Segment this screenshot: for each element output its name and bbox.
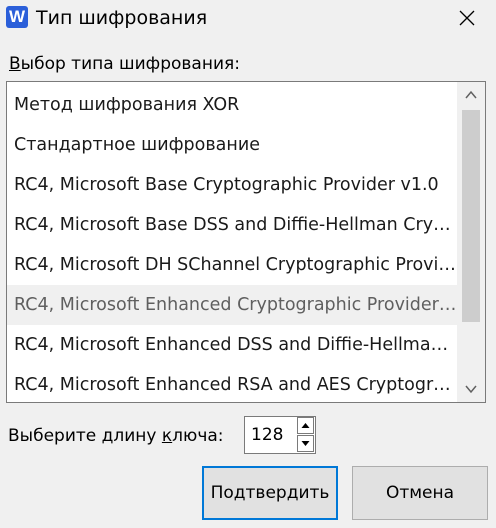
list-item[interactable]: RC4, Microsoft Enhanced RSA and AES Cryp…	[7, 365, 457, 402]
confirm-button[interactable]: Подтвердить	[202, 466, 338, 520]
triangle-down-icon	[301, 441, 310, 446]
list-item[interactable]: RC4, Microsoft Base Cryptographic Provid…	[7, 165, 457, 205]
list-item[interactable]: RC4, Microsoft DH SChannel Cryptographic…	[7, 245, 457, 285]
key-label-after: люча:	[172, 426, 224, 446]
window-title: Тип шифрования	[36, 7, 208, 29]
scroll-down-button[interactable]	[457, 376, 485, 402]
word-logo-icon: W	[6, 6, 28, 28]
chevron-down-icon	[465, 385, 477, 394]
key-length-input[interactable]	[245, 417, 295, 453]
key-label-before: Выберите длину	[8, 426, 162, 446]
cancel-button[interactable]: Отмена	[352, 466, 488, 520]
vertical-scrollbar[interactable]	[457, 82, 485, 402]
key-length-label: Выберите длину ключа:	[8, 424, 224, 448]
encryption-type-listbox[interactable]: Метод шифрования XOR Стандартное шифрован…	[6, 81, 486, 403]
title-bar: W Тип шифрования	[0, 0, 496, 38]
list-item[interactable]: RC4, Microsoft Enhanced DSS and Diffie-H…	[7, 325, 457, 365]
label-accelerator: В	[9, 54, 21, 74]
list-item[interactable]: RC4, Microsoft Base DSS and Diffie-Hellm…	[7, 205, 457, 245]
encryption-type-dialog: W Тип шифрования Выбор типа шифрования: …	[0, 0, 496, 528]
key-label-accelerator: к	[161, 426, 173, 446]
key-length-spinner[interactable]	[244, 416, 316, 454]
scroll-up-button[interactable]	[457, 82, 485, 108]
encryption-list-label: Выбор типа шифрования:	[9, 52, 240, 76]
close-icon	[459, 10, 475, 26]
close-button[interactable]	[446, 0, 488, 36]
chevron-up-icon	[465, 90, 477, 99]
list-items: Метод шифрования XOR Стандартное шифрован…	[7, 85, 457, 402]
label-text: ыбор типа шифрования:	[20, 54, 240, 74]
spin-up-button[interactable]	[297, 417, 314, 434]
list-item[interactable]: RC4, Microsoft Enhanced Cryptographic Pr…	[7, 285, 457, 325]
scroll-thumb[interactable]	[462, 110, 480, 322]
list-item[interactable]: Стандартное шифрование	[7, 125, 457, 165]
triangle-up-icon	[301, 423, 310, 428]
spin-down-button[interactable]	[297, 435, 314, 452]
list-item[interactable]: Метод шифрования XOR	[7, 85, 457, 125]
